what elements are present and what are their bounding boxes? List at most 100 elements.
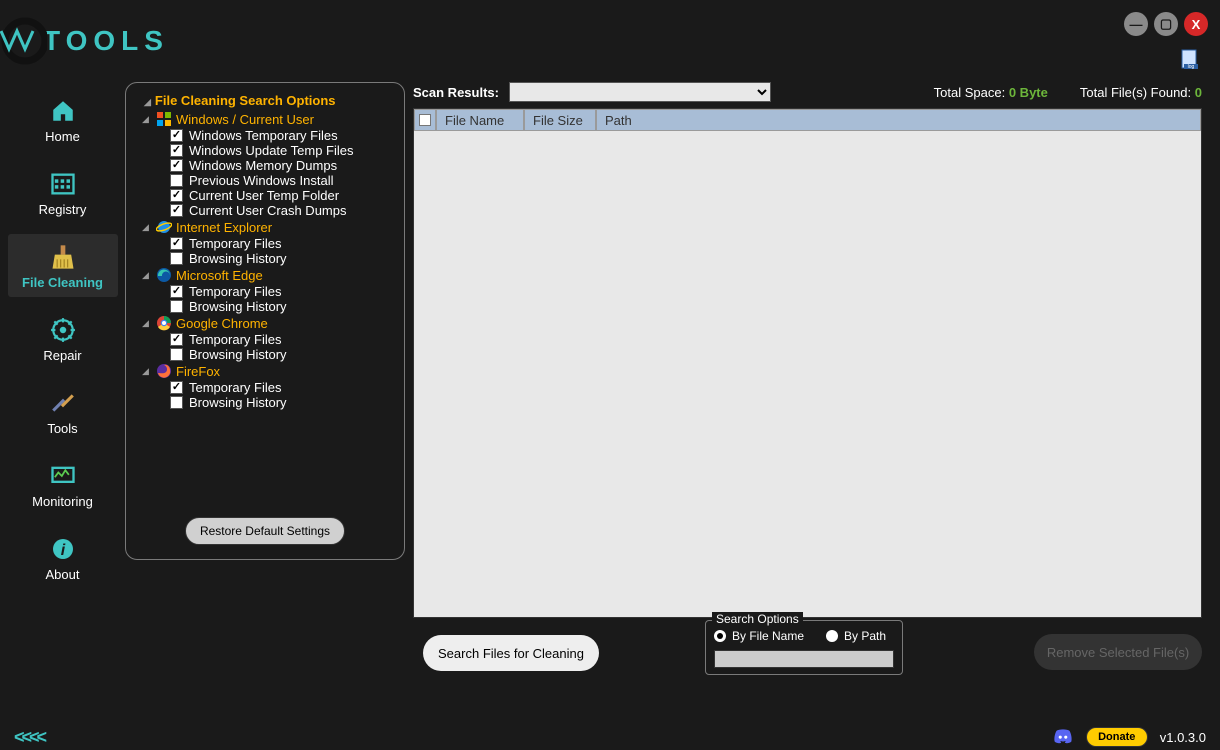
option-label: Windows Memory Dumps	[189, 158, 337, 173]
donate-button[interactable]: Donate	[1086, 727, 1148, 747]
results-table: File Name File Size Path	[413, 108, 1202, 618]
maximize-button[interactable]: ▢	[1154, 12, 1178, 36]
restore-defaults-button[interactable]: Restore Default Settings	[185, 517, 345, 545]
option-label: Browsing History	[189, 299, 287, 314]
tree-group-label: FireFox	[176, 364, 220, 379]
option-label: Temporary Files	[189, 284, 281, 299]
checkbox[interactable]	[170, 189, 183, 202]
tree-group-header[interactable]: ◢FireFox	[142, 362, 396, 380]
sidebar-item-home[interactable]: Home	[8, 88, 118, 151]
tree-group-firefox: ◢FireFoxTemporary FilesBrowsing History	[142, 362, 396, 410]
option-item[interactable]: Previous Windows Install	[170, 173, 396, 188]
radio-by-file-name[interactable]: By File Name	[714, 629, 804, 643]
tree-group-header[interactable]: ◢Google Chrome	[142, 314, 396, 332]
option-label: Browsing History	[189, 251, 287, 266]
scan-results-select[interactable]	[509, 82, 771, 102]
results-panel: Scan Results: Total Space: 0 Byte Total …	[413, 82, 1202, 724]
checkbox[interactable]	[170, 348, 183, 361]
sidebar-item-monitoring[interactable]: Monitoring	[8, 453, 118, 516]
tree-group-ie: ◢Internet ExplorerTemporary FilesBrowsin…	[142, 218, 396, 266]
log-icon[interactable]: log	[1180, 48, 1202, 70]
close-button[interactable]: X	[1184, 12, 1208, 36]
checkbox[interactable]	[170, 129, 183, 142]
option-label: Previous Windows Install	[189, 173, 334, 188]
checkbox[interactable]	[170, 333, 183, 346]
discord-icon[interactable]	[1052, 728, 1074, 746]
remove-selected-button: Remove Selected File(s)	[1034, 634, 1202, 670]
sidebar-item-file-cleaning[interactable]: File Cleaning	[8, 234, 118, 297]
column-header[interactable]: File Name	[436, 109, 524, 131]
checkbox[interactable]	[170, 144, 183, 157]
option-item[interactable]: Windows Update Temp Files	[170, 143, 396, 158]
tree-group-label: Microsoft Edge	[176, 268, 263, 283]
option-item[interactable]: Browsing History	[170, 395, 396, 410]
sidebar-item-label: Monitoring	[32, 494, 93, 509]
sidebar-item-about[interactable]: i About	[8, 526, 118, 589]
checkbox[interactable]	[170, 159, 183, 172]
radio-by-path[interactable]: By Path	[826, 629, 886, 643]
registry-icon	[47, 168, 79, 200]
option-item[interactable]: Temporary Files	[170, 284, 396, 299]
option-item[interactable]: Browsing History	[170, 347, 396, 362]
tree-group-label: Internet Explorer	[176, 220, 272, 235]
statusbar: <<<< Donate v1.0.3.0	[0, 724, 1220, 750]
sidebar-item-label: Registry	[39, 202, 87, 217]
chrome-icon	[156, 315, 172, 331]
checkbox[interactable]	[170, 204, 183, 217]
search-files-button[interactable]: Search Files for Cleaning	[423, 635, 599, 671]
home-icon	[47, 95, 79, 127]
tools-icon	[47, 387, 79, 419]
option-label: Browsing History	[189, 395, 287, 410]
app-logo: TOOLS	[0, 10, 169, 72]
option-item[interactable]: Windows Memory Dumps	[170, 158, 396, 173]
tree-group-header[interactable]: ◢Internet Explorer	[142, 218, 396, 236]
file-cleaning-icon	[47, 241, 79, 273]
option-item[interactable]: Temporary Files	[170, 236, 396, 251]
sidebar-item-label: Repair	[43, 348, 81, 363]
options-title: ◢File Cleaning Search Options	[134, 93, 396, 108]
column-header[interactable]: File Size	[524, 109, 596, 131]
svg-text:i: i	[60, 542, 65, 559]
sidebar-item-tools[interactable]: Tools	[8, 380, 118, 443]
sidebar-item-label: File Cleaning	[22, 275, 103, 290]
option-label: Temporary Files	[189, 236, 281, 251]
sidebar-item-label: About	[46, 567, 80, 582]
option-item[interactable]: Browsing History	[170, 251, 396, 266]
search-input[interactable]	[714, 650, 894, 668]
tree-group-edge: ◢Microsoft EdgeTemporary FilesBrowsing H…	[142, 266, 396, 314]
option-label: Windows Update Temp Files	[189, 143, 354, 158]
minimize-button[interactable]: —	[1124, 12, 1148, 36]
checkbox[interactable]	[170, 396, 183, 409]
tree-group-chrome: ◢Google ChromeTemporary FilesBrowsing Hi…	[142, 314, 396, 362]
search-options-panel: ◢File Cleaning Search Options ◢Windows /…	[125, 82, 405, 560]
tree-group-header[interactable]: ◢Windows / Current User	[142, 110, 396, 128]
total-space-label: Total Space: 0 Byte	[934, 85, 1048, 100]
column-header[interactable]: Path	[596, 109, 1201, 131]
tree-group-header[interactable]: ◢Microsoft Edge	[142, 266, 396, 284]
option-item[interactable]: Browsing History	[170, 299, 396, 314]
sidebar-item-repair[interactable]: Repair	[8, 307, 118, 370]
option-item[interactable]: Current User Crash Dumps	[170, 203, 396, 218]
option-item[interactable]: Temporary Files	[170, 380, 396, 395]
checkbox[interactable]	[170, 237, 183, 250]
table-body[interactable]	[414, 131, 1201, 617]
version-label: v1.0.3.0	[1160, 730, 1206, 745]
about-icon: i	[47, 533, 79, 565]
sidebar-item-registry[interactable]: Registry	[8, 161, 118, 224]
option-label: Temporary Files	[189, 380, 281, 395]
collapse-sidebar-button[interactable]: <<<<	[14, 727, 44, 748]
windows-icon	[156, 111, 172, 127]
sidebar-item-label: Home	[45, 129, 80, 144]
checkbox[interactable]	[170, 300, 183, 313]
checkbox[interactable]	[170, 381, 183, 394]
option-item[interactable]: Temporary Files	[170, 332, 396, 347]
checkbox[interactable]	[170, 285, 183, 298]
titlebar: — ▢ X	[0, 0, 1220, 48]
tree-group-label: Windows / Current User	[176, 112, 314, 127]
option-item[interactable]: Current User Temp Folder	[170, 188, 396, 203]
select-all-checkbox[interactable]	[414, 109, 436, 131]
checkbox[interactable]	[170, 252, 183, 265]
tree-group-label: Google Chrome	[176, 316, 268, 331]
checkbox[interactable]	[170, 174, 183, 187]
option-item[interactable]: Windows Temporary Files	[170, 128, 396, 143]
